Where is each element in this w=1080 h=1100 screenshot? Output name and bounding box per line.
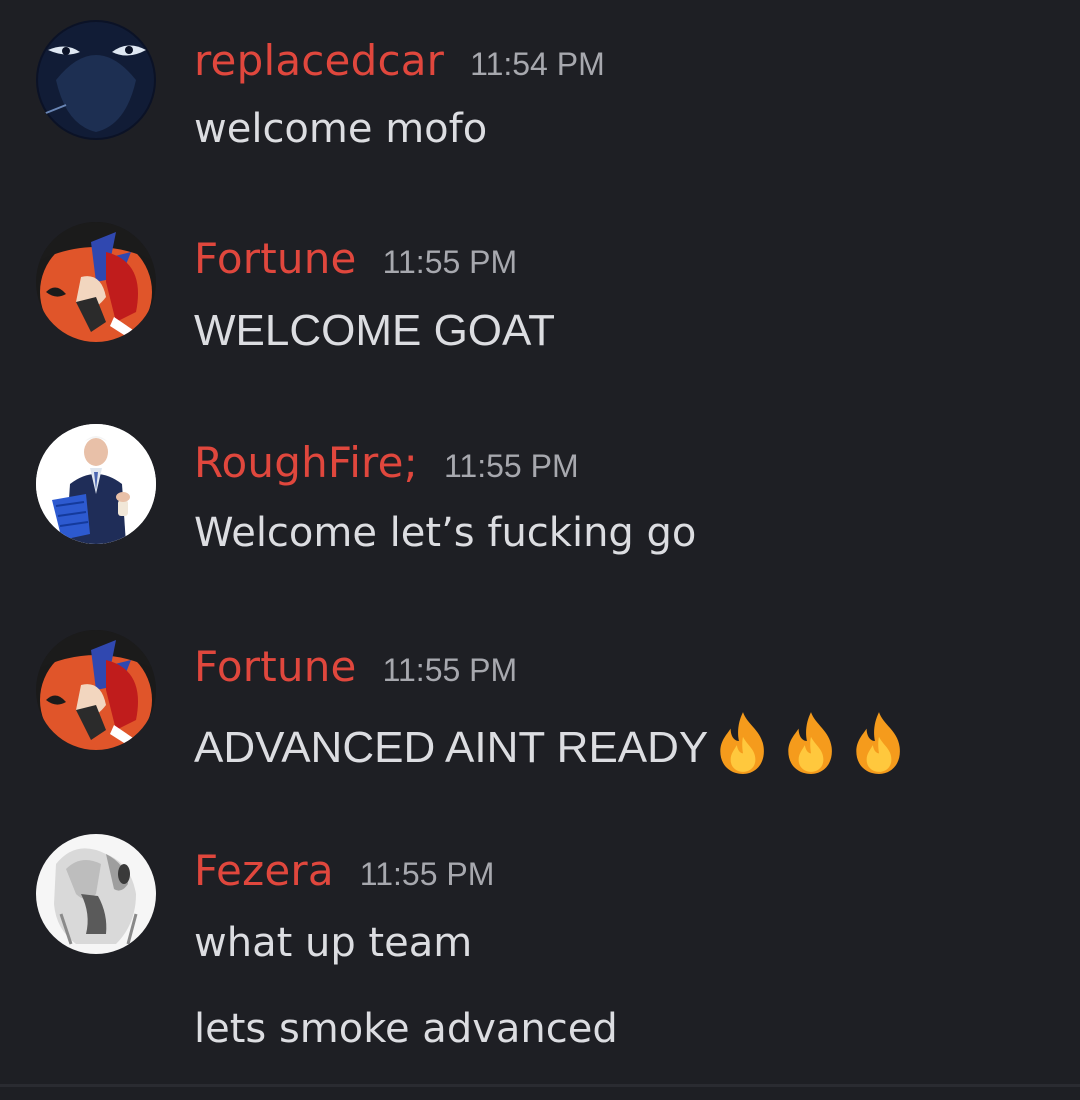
avatar[interactable] <box>36 834 156 954</box>
message-header: replacedcar 11:54 PM <box>194 36 605 96</box>
avatar[interactable] <box>36 222 156 342</box>
message-text: welcome mofo <box>194 106 488 152</box>
message-item: Fortune 11:55 PM ADVANCED AINT READY <box>0 630 1080 790</box>
red-anime-character-avatar-icon <box>36 630 156 750</box>
username[interactable]: RoughFire; <box>194 438 418 487</box>
dark-anime-face-avatar-icon <box>36 20 156 140</box>
message-header: Fortune 11:55 PM <box>194 642 517 702</box>
fire-emoji-icon <box>856 712 901 774</box>
timestamp: 11:55 PM <box>359 856 495 892</box>
message-header: Fortune 11:55 PM <box>194 234 517 294</box>
message-item: Fortune 11:55 PM WELCOME GOAT <box>0 222 1080 382</box>
timestamp: 11:55 PM <box>444 448 579 484</box>
message-text: Welcome let’s fucking go <box>194 510 697 556</box>
timestamp: 11:55 PM <box>382 652 518 688</box>
avatar[interactable] <box>36 630 156 750</box>
message-text: what up team <box>194 920 473 966</box>
username[interactable]: Fortune <box>194 234 357 283</box>
avatar[interactable] <box>36 20 156 140</box>
username[interactable]: Fezera <box>194 846 334 895</box>
emoji-group <box>710 710 914 776</box>
username[interactable]: replacedcar <box>194 36 444 85</box>
message-text: ADVANCED AINT READY <box>194 710 914 776</box>
fire-emoji-icon <box>720 712 765 774</box>
message-item: RoughFire; 11:55 PM Welcome let’s fuckin… <box>0 424 1080 584</box>
man-in-suit-avatar-icon <box>36 424 156 544</box>
timestamp: 11:55 PM <box>382 244 518 280</box>
username[interactable]: Fortune <box>194 642 357 691</box>
message-header: RoughFire; 11:55 PM <box>194 438 579 498</box>
grayscale-anime-avatar-icon <box>36 834 156 954</box>
avatar[interactable] <box>36 424 156 544</box>
message-text: WELCOME GOAT <box>194 306 555 355</box>
message-header: Fezera 11:55 PM <box>194 846 494 906</box>
message-item: Fezera 11:55 PM what up team lets smoke … <box>0 834 1080 1064</box>
red-anime-character-avatar-icon <box>36 222 156 342</box>
message-text-content: ADVANCED AINT READY <box>194 723 709 772</box>
message-text: lets smoke advanced <box>194 1006 618 1052</box>
timestamp: 11:54 PM <box>470 46 605 82</box>
fire-emoji-icon <box>788 712 833 774</box>
message-item: replacedcar 11:54 PM welcome mofo <box>0 20 1080 180</box>
divider <box>0 1084 1080 1087</box>
